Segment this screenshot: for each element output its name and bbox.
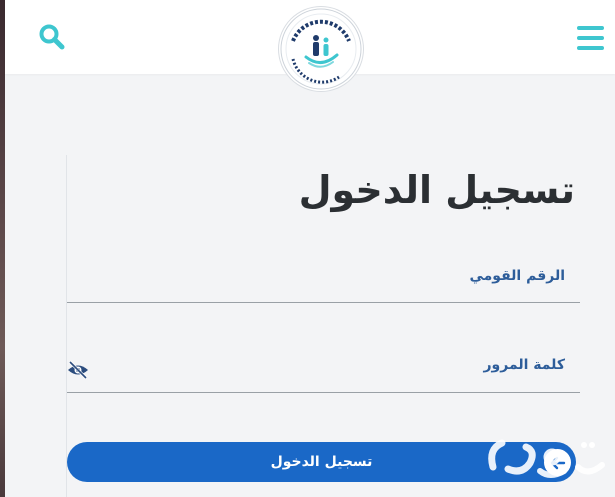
background-strip	[0, 0, 5, 497]
login-button-label: تسجيل الدخول	[270, 454, 373, 470]
menu-line	[577, 46, 604, 50]
login-button[interactable]: تسجيل الدخول	[67, 442, 576, 482]
arrow-left-icon	[550, 456, 565, 469]
page-title: تسجيل الدخول	[298, 168, 575, 212]
login-arrow-button[interactable]	[544, 449, 571, 476]
menu-line	[577, 36, 604, 40]
search-icon	[39, 24, 65, 50]
national-id-field[interactable]	[67, 266, 580, 303]
logo-emblem	[280, 8, 362, 90]
password-visibility-toggle[interactable]	[66, 360, 90, 380]
menu-button[interactable]	[574, 22, 608, 54]
search-button[interactable]	[35, 20, 69, 54]
card-border	[66, 155, 67, 497]
password-field[interactable]	[67, 356, 580, 393]
eye-slash-icon	[68, 360, 88, 380]
organization-logo[interactable]	[279, 7, 363, 91]
hamburger-menu-icon	[577, 26, 604, 30]
